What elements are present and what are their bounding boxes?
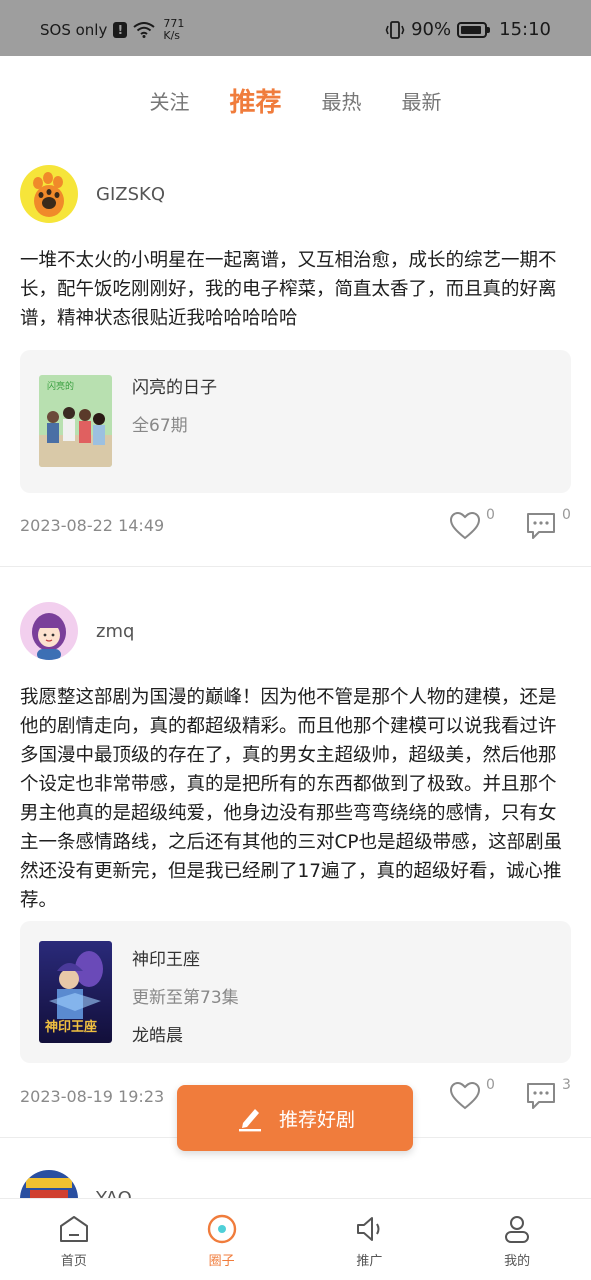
wifi-icon <box>133 22 155 38</box>
net-speed: 771 K/s <box>163 18 193 42</box>
post-header: zmq <box>20 601 134 661</box>
avatar[interactable] <box>20 165 78 223</box>
alert-icon: ! <box>113 22 128 38</box>
username[interactable]: zmq <box>96 621 134 642</box>
comment-icon <box>527 513 555 539</box>
comment-button[interactable]: 3 <box>525 1077 571 1111</box>
status-bar: SOS only ! 771 K/s 90% 15:10 <box>0 0 591 56</box>
carrier-text: SOS only <box>40 21 108 39</box>
show-episodes: 更新至第73集 <box>132 988 239 1008</box>
net-speed-unit: K/s <box>163 29 181 42</box>
nav-label: 圈子 <box>208 1254 235 1269</box>
speaker-icon <box>357 1217 380 1241</box>
like-count: 0 <box>486 1077 495 1093</box>
show-episodes: 全67期 <box>132 416 188 436</box>
show-title: 闪亮的日子 <box>132 378 217 398</box>
clock: 15:10 <box>499 19 551 40</box>
pencil-icon <box>238 1109 261 1132</box>
post-card[interactable]: GIZSKQ 一堆不太火的小明星在一起离谱，又互相治愈，成长的综艺一期不长，配午… <box>0 164 591 564</box>
post-text: 一堆不太火的小明星在一起离谱，又互相治愈，成长的综艺一期不长，配午饭吃刚刚好，我… <box>20 250 557 329</box>
tab-recommended[interactable]: 推荐 <box>229 82 281 119</box>
avatar[interactable] <box>20 602 78 660</box>
divider <box>0 566 591 567</box>
post-card[interactable]: zmq 我愿整这部剧为国漫的巅峰！因为他不管是那个人物的建模，还是他的剧情走向，… <box>0 601 591 1121</box>
profile-icon <box>505 1216 530 1243</box>
comment-icon <box>527 1083 555 1109</box>
battery-icon <box>457 21 491 38</box>
avatar[interactable] <box>20 1170 78 1198</box>
show-title: 神印王座 <box>132 950 200 970</box>
username[interactable]: GIZSKQ <box>96 184 165 205</box>
vibrate-icon <box>385 20 405 39</box>
nav-circle[interactable]: 圈子 <box>148 1199 296 1280</box>
like-button[interactable]: 0 <box>449 1077 495 1111</box>
home-icon <box>59 1216 88 1242</box>
post-timestamp: 2023-08-19 19:23 <box>20 1087 165 1106</box>
nav-label: 首页 <box>60 1254 87 1269</box>
bottom-nav: 首页 圈子 推广 我的 <box>0 1198 591 1280</box>
like-button[interactable]: 0 <box>449 507 495 541</box>
show-poster: 神印王座 <box>39 941 112 1043</box>
show-poster: 闪亮的 <box>39 375 112 467</box>
show-card[interactable]: 神印王座 神印王座 更新至第73集 龙皓晨 <box>20 921 571 1063</box>
girl-avatar-image <box>20 602 78 660</box>
nav-label: 推广 <box>356 1254 383 1269</box>
comment-count: 0 <box>562 507 571 523</box>
show-card[interactable]: 闪亮的 闪亮的日子 全67期 <box>20 350 571 493</box>
cat-paw-avatar-image <box>20 165 78 223</box>
fab-label: 推荐好剧 <box>278 1108 355 1131</box>
tab-latest[interactable]: 最新 <box>402 86 442 115</box>
battery-percent: 90% <box>411 19 452 40</box>
svg-text:闪亮的: 闪亮的 <box>47 380 74 392</box>
post-header: YAO <box>20 1170 132 1198</box>
nav-home[interactable]: 首页 <box>0 1199 148 1280</box>
badge-avatar-image <box>20 1170 78 1198</box>
like-count: 0 <box>486 507 495 523</box>
circle-icon <box>207 1214 236 1244</box>
heart-icon <box>449 511 481 540</box>
post-card[interactable]: YAO <box>0 1170 591 1198</box>
post-header: GIZSKQ <box>20 164 165 224</box>
username[interactable]: YAO <box>96 1188 132 1198</box>
nav-promote[interactable]: 推广 <box>296 1199 444 1280</box>
comment-count: 3 <box>562 1077 571 1093</box>
tab-following[interactable]: 关注 <box>149 86 189 115</box>
nav-label: 我的 <box>504 1254 531 1269</box>
show-character: 龙皓晨 <box>132 1026 183 1046</box>
nav-mine[interactable]: 我的 <box>443 1199 591 1280</box>
tab-hottest[interactable]: 最热 <box>322 86 362 115</box>
svg-text:神印王座: 神印王座 <box>45 1019 97 1035</box>
top-tabs: 关注 推荐 最热 最新 <box>0 80 591 120</box>
post-text: 我愿整这部剧为国漫的巅峰！因为他不管是那个人物的建模，还是他的剧情走向，真的都超… <box>20 687 563 911</box>
heart-icon <box>449 1081 481 1110</box>
post-timestamp: 2023-08-22 14:49 <box>20 516 165 535</box>
recommend-show-button[interactable]: 推荐好剧 <box>177 1085 413 1151</box>
comment-button[interactable]: 0 <box>525 507 571 541</box>
